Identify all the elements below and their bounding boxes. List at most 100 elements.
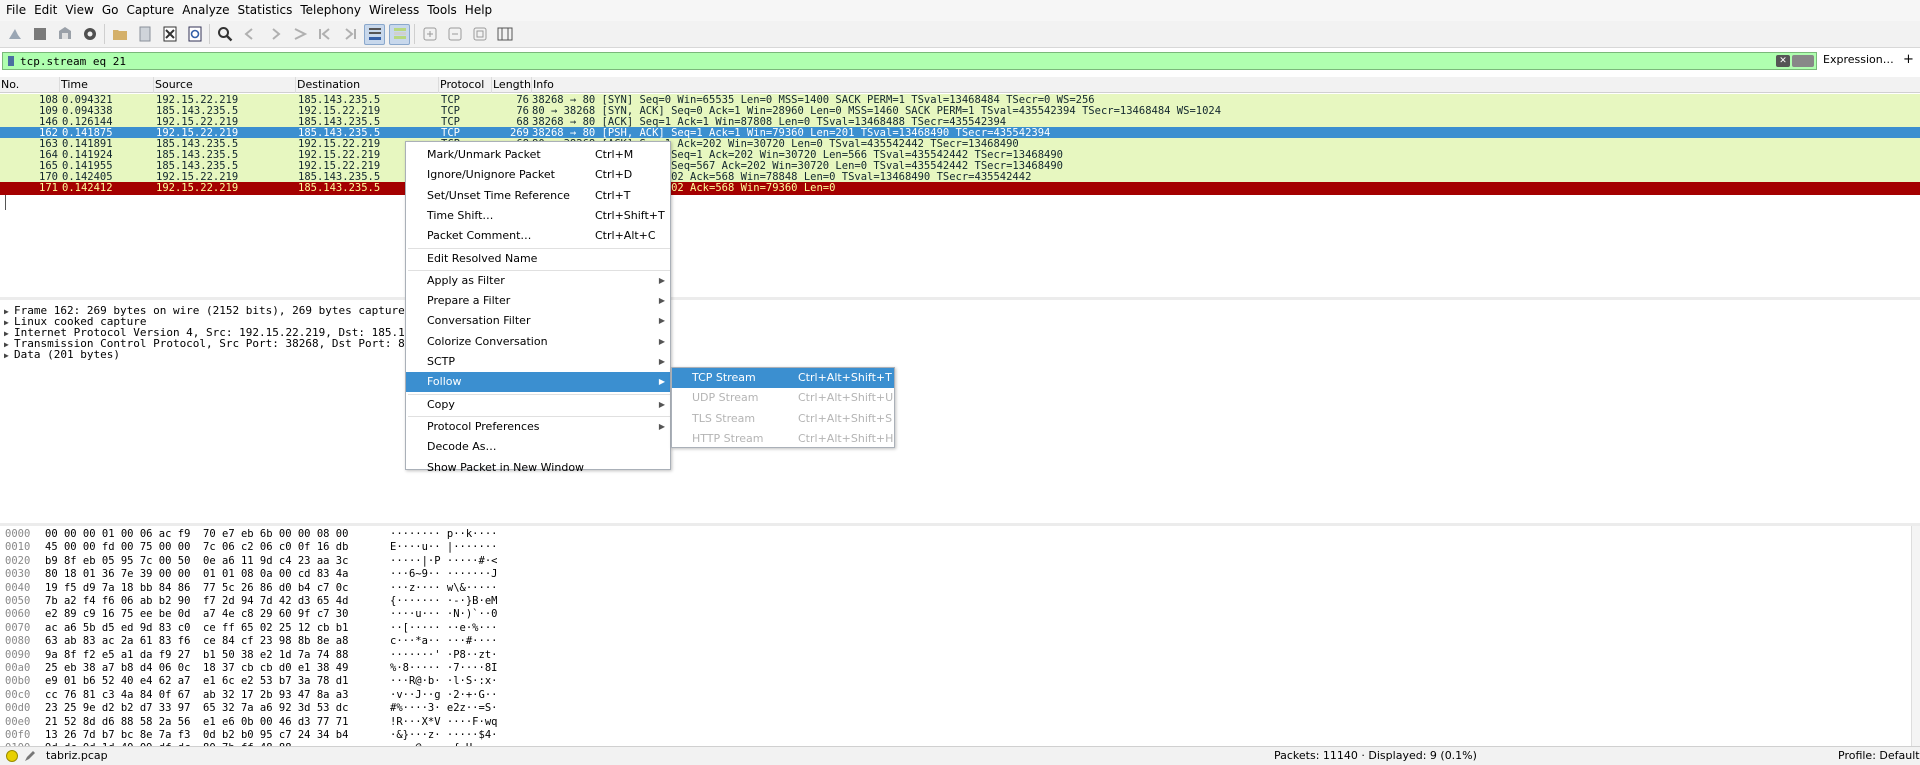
reload-icon[interactable] <box>184 24 205 45</box>
close-file-icon[interactable] <box>159 24 180 45</box>
column-header-info[interactable]: Info <box>532 77 1920 93</box>
ctx-apply-as-filter[interactable]: Apply as Filter ▶ <box>406 271 670 291</box>
hex-ascii[interactable]: ········ p··k···· <box>390 528 497 541</box>
packet-details-tree[interactable]: ▶ Frame 162: 269 bytes on wire (2152 bits… <box>0 300 1920 523</box>
hex-ascii[interactable]: %·8····· ·7····8I <box>390 662 497 675</box>
clear-filter-icon[interactable]: ✕ <box>1776 55 1790 67</box>
hex-bytes[interactable]: e9 01 b6 52 40 e4 62 a7 e1 6c e2 53 b7 3… <box>45 675 390 688</box>
ctx-follow[interactable]: Follow ▶ <box>406 372 670 393</box>
menu-analyze[interactable]: Analyze <box>178 0 233 21</box>
save-file-icon[interactable] <box>134 24 155 45</box>
ctx-copy[interactable]: Copy ▶ <box>406 395 670 415</box>
ctx-time-reference[interactable]: Set/Unset Time Reference Ctrl+T <box>406 186 670 206</box>
hex-bytes[interactable]: b9 8f eb 05 95 7c 00 50 0e a6 11 9d c4 2… <box>45 555 390 568</box>
hex-bytes[interactable]: 80 18 01 36 7e 39 00 00 01 01 08 0a 00 c… <box>45 568 390 581</box>
go-forward-icon[interactable] <box>264 24 285 45</box>
hex-bytes[interactable]: e2 89 c9 16 75 ee be 0d a7 4e c8 29 60 9… <box>45 608 390 621</box>
packet-list[interactable]: 108 0.094321 192.15.22.219 185.143.235.5 TCP… <box>0 93 1920 296</box>
last-packet-icon[interactable] <box>339 24 360 45</box>
bytes-scrollbar[interactable] <box>1911 526 1920 746</box>
column-header-time[interactable]: Time <box>60 77 154 93</box>
menu-telephony[interactable]: Telephony <box>296 0 365 21</box>
hex-bytes[interactable]: cc 76 81 c3 4a 84 0f 67 ab 32 17 2b 93 4… <box>45 689 390 702</box>
first-packet-icon[interactable] <box>314 24 335 45</box>
menu-tools[interactable]: Tools <box>423 0 461 21</box>
hex-ascii[interactable]: ·····|·P ·····#·< <box>390 555 497 568</box>
apply-filter-icon[interactable] <box>1792 55 1814 67</box>
hex-ascii[interactable]: E····u·· |······· <box>390 541 497 554</box>
ctx-prepare-filter[interactable]: Prepare a Filter ▶ <box>406 291 670 311</box>
hex-bytes[interactable]: 7b a2 f4 f6 06 ab b2 90 f7 2d 94 7d 42 d… <box>45 595 390 608</box>
capture-comment-icon[interactable] <box>24 750 36 762</box>
ctx-packet-comment[interactable]: Packet Comment… Ctrl+Alt+C <box>406 226 670 246</box>
hex-bytes[interactable]: 23 25 9e d2 b2 d7 33 97 65 32 7a a6 92 3… <box>45 702 390 715</box>
hex-bytes[interactable]: 19 f5 d9 7a 18 bb 84 86 77 5c 26 86 d0 b… <box>45 582 390 595</box>
menu-view[interactable]: View <box>61 0 97 21</box>
expression-button[interactable]: Expression… <box>1823 53 1894 66</box>
restart-icon[interactable] <box>54 24 75 45</box>
ctx-sctp[interactable]: SCTP ▶ <box>406 352 670 372</box>
hex-ascii[interactable]: !R···X*V ····F·wq <box>390 716 497 729</box>
hex-ascii[interactable]: ···R@·b· ·l·S·:x· <box>390 675 497 688</box>
bookmark-icon[interactable] <box>5 54 17 68</box>
ctx-protocol-preferences[interactable]: Protocol Preferences ▶ <box>406 417 670 437</box>
ctx-conversation-filter[interactable]: Conversation Filter ▶ <box>406 311 670 331</box>
follow-tcp-stream[interactable]: TCP Stream Ctrl+Alt+Shift+T <box>672 368 894 388</box>
autoscroll-icon[interactable] <box>364 23 385 45</box>
zoom-in-icon[interactable] <box>419 24 440 45</box>
column-header-protocol[interactable]: Protocol <box>439 77 492 93</box>
expand-arrow-icon[interactable]: ▶ <box>4 349 14 362</box>
open-folder-icon[interactable] <box>109 24 130 45</box>
menu-wireless[interactable]: Wireless <box>365 0 423 21</box>
expert-info-icon[interactable] <box>6 750 18 762</box>
ctx-colorize-conversation[interactable]: Colorize Conversation ▶ <box>406 332 670 352</box>
hex-bytes[interactable]: 45 00 00 fd 00 75 00 00 7c 06 c2 06 c0 0… <box>45 541 390 554</box>
hex-bytes[interactable]: 00 00 00 01 00 06 ac f9 70 e7 eb 6b 00 0… <box>45 528 390 541</box>
normal-size-icon[interactable] <box>469 24 490 45</box>
menu-statistics[interactable]: Statistics <box>233 0 296 21</box>
hex-bytes[interactable]: ac a6 5b d5 ed 9d 83 c0 ce ff 65 02 25 1… <box>45 622 390 635</box>
column-header-destination[interactable]: Destination <box>296 77 439 93</box>
hex-bytes[interactable]: 63 ab 83 ac 2a 61 83 f6 ce 84 cf 23 98 8… <box>45 635 390 648</box>
hex-ascii[interactable]: ···z···· w\&····· <box>390 582 497 595</box>
packet-bytes-pane[interactable]: 0000 00 00 00 01 00 06 ac f9 70 e7 eb 6b … <box>0 526 1920 754</box>
packet-row[interactable]: 1710.142412192.15.22.219185.143.235.5TCP… <box>0 182 1920 195</box>
search-icon[interactable] <box>214 24 235 45</box>
shark-fin-icon[interactable] <box>4 24 25 45</box>
ctx-time-shift[interactable]: Time Shift… Ctrl+Shift+T <box>406 206 670 226</box>
column-header-no[interactable]: No. <box>0 77 60 93</box>
hex-bytes[interactable]: 13 26 7d b7 bc 8e 7a f3 0d b2 b0 95 c7 2… <box>45 729 390 742</box>
hex-ascii[interactable]: {······· ·-·}B·eM <box>390 595 497 608</box>
hex-bytes[interactable]: 21 52 8d d6 88 58 2a 56 e1 e6 0b 00 46 d… <box>45 716 390 729</box>
hex-ascii[interactable]: ·v··J··g ·2·+·G·· <box>390 689 497 702</box>
hex-ascii[interactable]: #%····3· e2z··=S· <box>390 702 497 715</box>
column-header-length[interactable]: Length <box>492 77 532 93</box>
options-gear-icon[interactable] <box>79 24 100 45</box>
ctx-decode-as[interactable]: Decode As… <box>406 437 670 457</box>
hex-ascii[interactable]: ···6~9·· ·······J <box>390 568 497 581</box>
hex-ascii[interactable]: ·&}···z· ·····$4· <box>390 729 497 742</box>
add-filter-button[interactable]: + <box>1903 52 1914 67</box>
menu-file[interactable]: File <box>2 0 30 21</box>
hex-ascii[interactable]: ····u··· ·N·)`··0 <box>390 608 497 621</box>
hex-ascii[interactable]: ·······' ·P8··zt· <box>390 649 497 662</box>
hex-bytes[interactable]: 25 eb 38 a7 b8 d4 06 0c 18 37 cb cb d0 e… <box>45 662 390 675</box>
menu-help[interactable]: Help <box>461 0 496 21</box>
display-filter-input[interactable] <box>17 53 1776 69</box>
hex-ascii[interactable]: c···*a·· ···#···· <box>390 635 497 648</box>
ctx-edit-resolved-name[interactable]: Edit Resolved Name <box>406 249 670 269</box>
ctx-show-in-new-window[interactable]: Show Packet in New Window <box>406 458 670 478</box>
column-header-source[interactable]: Source <box>154 77 296 93</box>
menu-edit[interactable]: Edit <box>30 0 61 21</box>
zoom-out-icon[interactable] <box>444 24 465 45</box>
ctx-ignore-unignore[interactable]: Ignore/Unignore Packet Ctrl+D <box>406 165 670 185</box>
go-to-packet-icon[interactable] <box>289 24 310 45</box>
colorize-icon[interactable] <box>389 23 410 45</box>
menu-go[interactable]: Go <box>98 0 123 21</box>
resize-columns-icon[interactable] <box>494 24 515 45</box>
hex-ascii[interactable]: ··[····· ··e·%··· <box>390 622 497 635</box>
go-back-icon[interactable] <box>239 24 260 45</box>
stop-icon[interactable] <box>29 24 50 45</box>
detail-tree-item[interactable]: ▶ Data (201 bytes) <box>4 348 120 361</box>
profile-status[interactable]: Profile: Default <box>1838 749 1920 762</box>
